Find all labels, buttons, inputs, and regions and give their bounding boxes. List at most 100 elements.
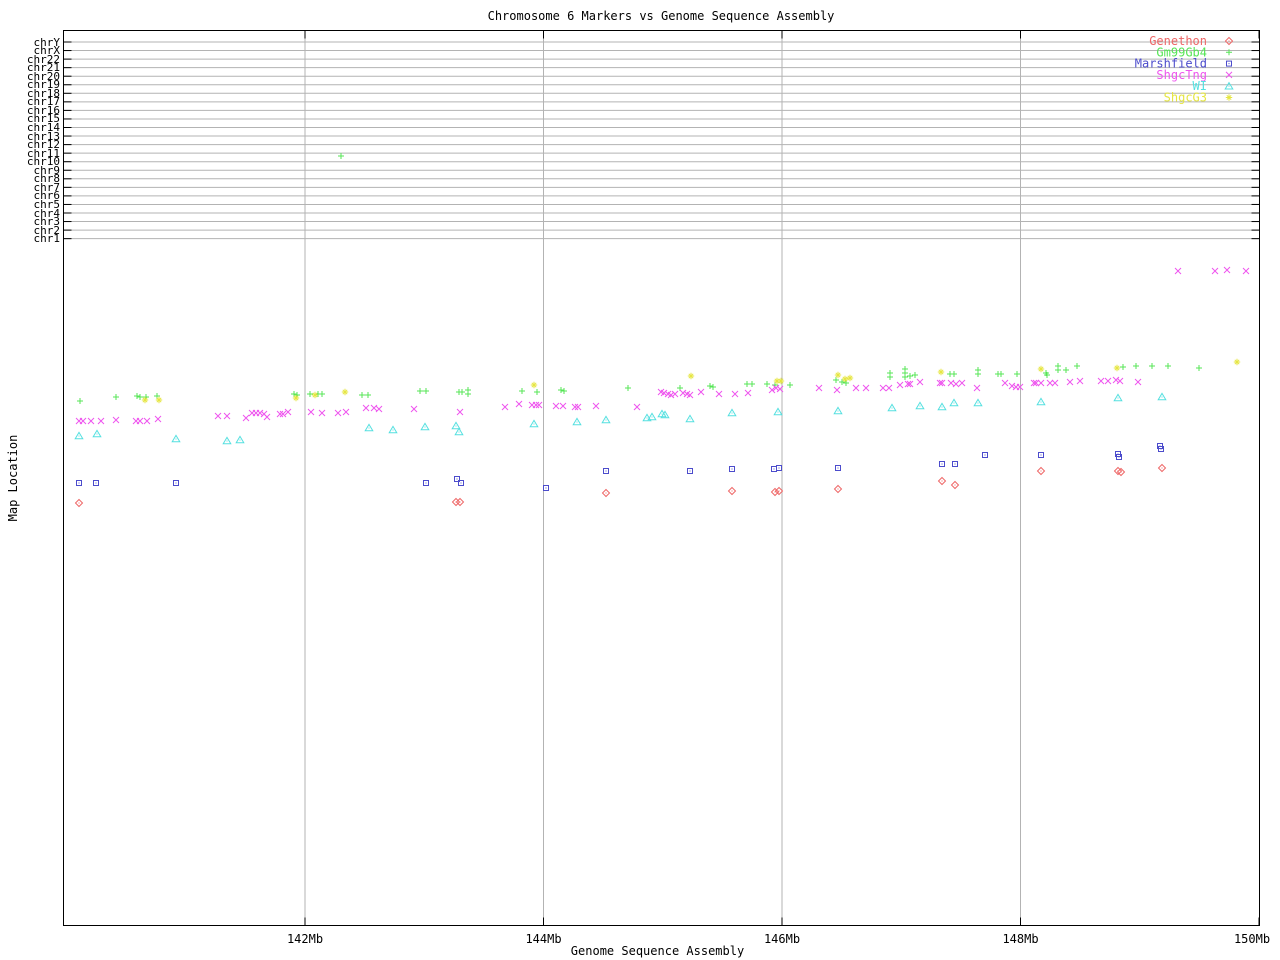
point-ShgcTng (1112, 376, 1120, 384)
scatter-plot-canvas: GenethonGm99Gb4MarshfieldShgcTngWIShgcG3 (63, 30, 1260, 926)
x-tick-label-146Mb: 146Mb (763, 932, 801, 946)
point-ShgcG3 (841, 375, 849, 383)
point-ShgcTng (1174, 267, 1182, 275)
point-ShgcG3 (937, 368, 945, 376)
point-ShgcTng (744, 389, 752, 397)
point-WI (171, 434, 181, 443)
point-ShgcTng (916, 378, 924, 386)
point-ShgcTng (1223, 266, 1231, 274)
point-ShgcTng (1051, 379, 1059, 387)
point-ShgcG3 (1113, 364, 1121, 372)
point-ShgcTng (879, 384, 887, 392)
legend: GenethonGm99Gb4MarshfieldShgcTngWIShgcG3 (1135, 34, 1234, 105)
point-ShgcTng (501, 403, 509, 411)
legend-label-ShgcG3: ShgcG3 (1164, 91, 1207, 105)
plot-border (63, 30, 1260, 926)
series-Genethon (74, 463, 1167, 508)
point-Gm99Gb4 (1149, 363, 1155, 369)
point-ShgcTng (342, 408, 350, 416)
point-ShgcTng (1046, 379, 1054, 387)
point-Gm99Gb4 (975, 371, 981, 377)
point-Gm99Gb4 (787, 382, 793, 388)
point-Gm99Gb4 (1196, 365, 1202, 371)
series-WI (74, 392, 1167, 445)
point-WI (420, 422, 430, 431)
point-Genethon (937, 476, 947, 486)
point-Gm99Gb4 (561, 388, 567, 394)
point-ShgcTng (552, 402, 560, 410)
point-ShgcTng (515, 400, 523, 408)
point-Gm99Gb4 (77, 398, 83, 404)
point-WI (364, 423, 374, 432)
x-tick-label-148Mb: 148Mb (1002, 932, 1039, 946)
point-ShgcTng (1097, 377, 1105, 385)
point-ShgcTng (334, 409, 342, 417)
point-WI (647, 412, 657, 421)
point-ShgcTng (456, 408, 464, 416)
point-ShgcTng (535, 401, 543, 409)
point-ShgcTng (952, 380, 960, 388)
point-Marshfield (543, 485, 549, 491)
x-tick-label-144Mb: 144Mb (525, 932, 562, 946)
point-WI (727, 408, 737, 417)
point-Gm99Gb4 (749, 381, 755, 387)
point-Genethon (727, 486, 737, 496)
point-Genethon (833, 484, 843, 494)
point-ShgcTng (318, 409, 326, 417)
legend-marker-ShgcG3 (1225, 94, 1233, 101)
point-ShgcTng (276, 410, 284, 418)
point-Gm99Gb4 (764, 381, 770, 387)
point-WI (949, 398, 959, 407)
point-WI (973, 398, 983, 407)
point-Marshfield (687, 468, 693, 474)
point-Gm99Gb4 (907, 373, 913, 379)
point-Gm99Gb4 (912, 372, 918, 378)
point-Gm99Gb4 (319, 391, 325, 397)
point-WI (1157, 392, 1167, 401)
point-ShgcTng (559, 402, 567, 410)
point-Gm99Gb4 (710, 384, 716, 390)
point-Marshfield (93, 480, 99, 486)
point-Gm99Gb4 (359, 392, 365, 398)
point-WI (74, 431, 84, 440)
point-WI (601, 415, 611, 424)
y-axis-label: Map Location (6, 434, 20, 522)
point-Gm99Gb4 (902, 374, 908, 380)
point-Marshfield (776, 465, 782, 471)
point-ShgcTng (679, 389, 687, 397)
point-WI (1036, 397, 1046, 406)
point-Marshfield (835, 465, 841, 471)
point-ShgcTng (143, 417, 151, 425)
point-Gm99Gb4 (558, 387, 564, 393)
point-ShgcTng (574, 403, 582, 411)
point-WI (773, 407, 783, 416)
point-ShgcTng (862, 384, 870, 392)
point-Gm99Gb4 (423, 388, 429, 394)
point-ShgcG3 (341, 388, 349, 396)
point-ShgcG3 (141, 396, 149, 404)
point-Marshfield (952, 461, 958, 467)
point-Gm99Gb4 (1165, 363, 1171, 369)
point-ShgcG3 (846, 374, 854, 382)
point-WI (915, 401, 925, 410)
point-Marshfield (423, 480, 429, 486)
point-WI (937, 402, 947, 411)
x-tick-label-142Mb: 142Mb (286, 932, 324, 946)
point-Gm99Gb4 (998, 371, 1004, 377)
chart-screenshot: Genethon Gm99Gb4 Marshfield ShgcTng WI ShgcG3… (0, 0, 1280, 960)
point-Gm99Gb4 (625, 385, 631, 391)
point-ShgcTng (279, 410, 287, 418)
point-WI (92, 429, 102, 438)
point-WI (572, 417, 582, 426)
point-ShgcTng (87, 417, 95, 425)
x-tick-label-150Mb: 150Mb (1233, 932, 1271, 946)
point-WI (451, 421, 461, 430)
point-ShgcTng (958, 379, 966, 387)
point-ShgcTng (947, 379, 955, 387)
point-Gm99Gb4 (707, 383, 713, 389)
y-tick-label-chr1: chr1 (33, 232, 61, 246)
point-ShgcTng (223, 412, 231, 420)
point-Gm99Gb4 (534, 389, 540, 395)
point-ShgcTng (571, 403, 579, 411)
point-Gm99Gb4 (951, 371, 957, 377)
